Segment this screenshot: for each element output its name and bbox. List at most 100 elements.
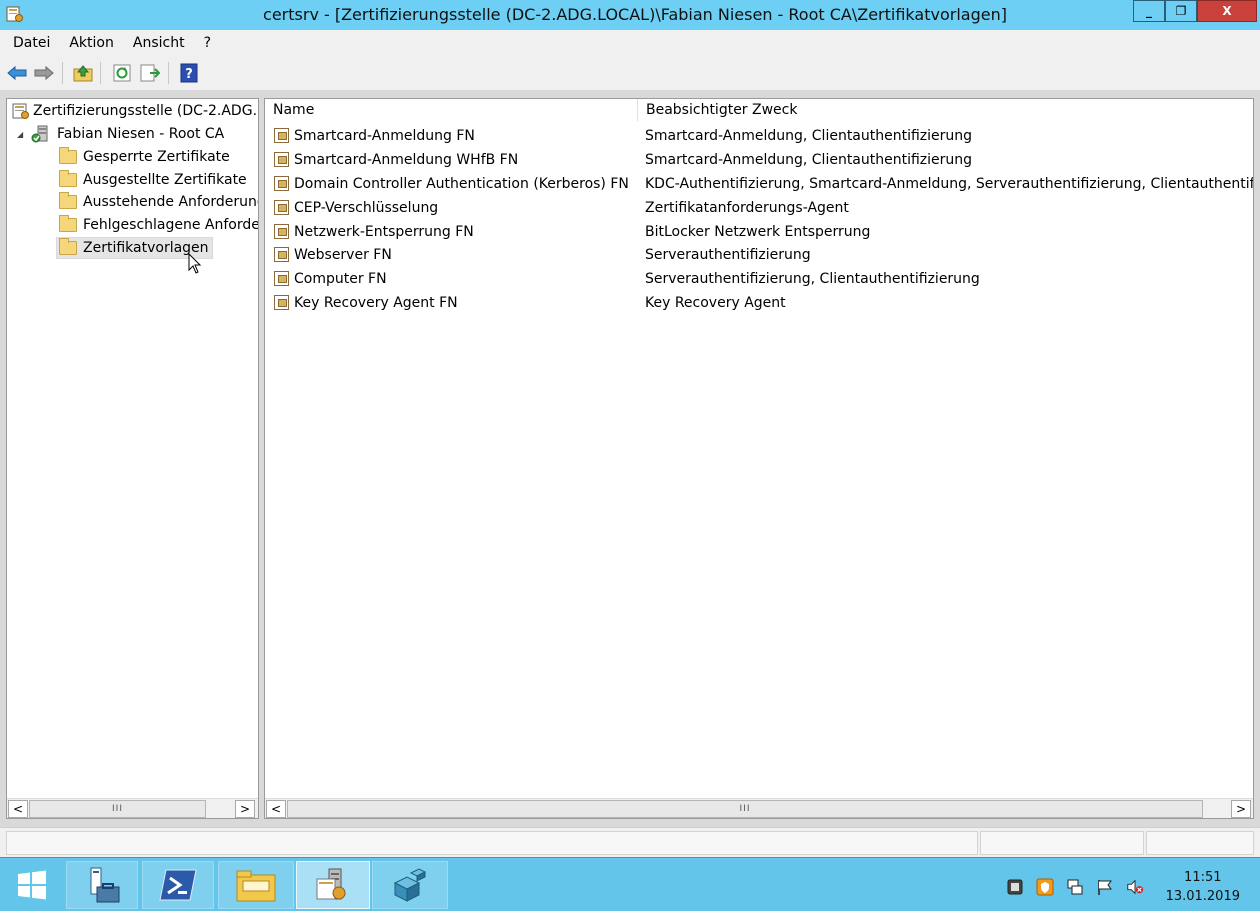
clock-date: 13.01.2019 [1165,889,1240,904]
close-button[interactable]: X [1197,0,1257,22]
tree-item-ausstehende-anforderungen[interactable]: Ausstehende Anforderungen [59,191,258,213]
minimize-button[interactable]: _ [1133,0,1165,22]
restore-button[interactable]: ❐ [1165,0,1197,22]
tree-horizontal-scrollbar[interactable]: < III > [7,798,258,818]
template-purpose: Smartcard-Anmeldung, Clientauthentifizie… [645,152,973,168]
start-button[interactable] [2,861,62,909]
network-icon [1067,879,1083,895]
speaker-muted-icon [1127,879,1144,895]
tray-tablet[interactable] [1006,878,1024,896]
column-header-name[interactable]: Name [265,99,637,121]
folder-icon [59,238,77,255]
taskbar-file-explorer[interactable] [218,861,294,909]
toolbar-separator [100,62,101,84]
up-folder-button[interactable] [72,62,94,84]
tree-root[interactable]: Zertifizierungsstelle (DC-2.ADG.LOCAL) [12,100,258,122]
ca-server-icon [31,125,48,143]
menu-aktion[interactable]: Aktion [63,35,120,51]
tree-item-gesperrte-zertifikate[interactable]: Gesperrte Zertifikate [59,146,230,168]
back-button[interactable] [6,62,28,84]
registry-icon [393,868,427,902]
tree-item-label: Gesperrte Zertifikate [83,149,230,165]
tree-item-fehlgeschlagene-anforderungen[interactable]: Fehlgeschlagene Anforderungen [59,214,258,236]
refresh-button[interactable] [111,62,133,84]
menu-help[interactable]: ? [198,35,217,51]
forward-button[interactable] [33,62,55,84]
template-name: Netzwerk-Entsperrung FN [294,224,474,240]
start-icon [18,870,46,900]
svg-text:?: ? [185,67,193,82]
mouse-cursor-icon [188,253,202,274]
list-item[interactable]: Netzwerk-Entsperrung FN BitLocker Netzwe… [265,221,1253,244]
status-field-2 [980,831,1144,855]
certificate-template-icon [274,176,289,191]
tray-network[interactable] [1066,878,1084,896]
flag-icon [1098,880,1112,895]
certificate-template-icon [274,200,289,215]
scroll-right-button[interactable]: > [235,800,255,818]
certification-authority-snapin-icon [12,103,29,119]
template-name: Smartcard-Anmeldung WHfB FN [294,152,519,168]
taskbar-registry-editor[interactable] [372,861,448,909]
template-purpose: KDC-Authentifizierung, Smartcard-Anmeldu… [645,176,1254,192]
taskbar-server-manager[interactable] [66,861,138,909]
menu-ansicht[interactable]: Ansicht [127,35,191,51]
list-horizontal-scrollbar[interactable]: < III > [265,798,1253,818]
tree-item-ausgestellte-zertifikate[interactable]: Ausgestellte Zertifikate [59,169,247,191]
menu-bar: Datei Aktion Ansicht ? [0,30,1260,55]
template-name: Domain Controller Authentication (Kerber… [294,176,629,192]
status-field-main [6,831,978,855]
export-list-button[interactable] [139,62,161,84]
toolbar-separator [168,62,169,84]
taskbar-powershell[interactable] [142,861,214,909]
expand-arrow-icon[interactable]: ◢ [17,130,31,139]
list-item[interactable]: Domain Controller Authentication (Kerber… [265,173,1254,196]
tree-item-label: Fehlgeschlagene Anforderungen [83,217,258,233]
column-header-purpose[interactable]: Beabsichtigter Zweck [638,99,1253,121]
tablet-icon [1007,879,1023,895]
template-name: Computer FN [294,271,387,287]
tree-item-ca[interactable]: ◢ Fabian Niesen - Root CA [17,123,224,145]
template-name: Key Recovery Agent FN [294,295,458,311]
menu-datei[interactable]: Datei [7,35,56,51]
scroll-left-button[interactable]: < [8,800,28,818]
scroll-thumb[interactable]: III [287,800,1203,818]
tray-volume[interactable] [1126,878,1144,896]
taskbar-certsrv[interactable] [296,861,370,909]
list-item[interactable]: Smartcard-Anmeldung FN Smartcard-Anmeldu… [265,125,1253,148]
powershell-icon [159,869,197,901]
tray-action-center[interactable] [1096,878,1114,896]
close-icon: X [1222,4,1232,18]
certificate-template-icon [274,295,289,310]
toolbar: ? [0,55,1260,91]
list-item[interactable]: Computer FN Serverauthentifizierung, Cli… [265,268,1253,291]
template-name: CEP-Verschlüsselung [294,200,439,216]
list-item[interactable]: CEP-Verschlüsselung Zertifikatanforderun… [265,197,1253,220]
console-tree[interactable]: Zertifizierungsstelle (DC-2.ADG.LOCAL) ◢… [6,98,259,819]
help-button[interactable]: ? [178,62,200,84]
window-title: certsrv - [Zertifizierungsstelle (DC-2.A… [263,5,1007,24]
taskbar-clock[interactable]: 11:51 13.01.2019 [1166,868,1240,906]
scroll-left-button[interactable]: < [266,800,286,818]
certificate-template-icon [274,152,289,167]
list-item[interactable]: Webserver FN Serverauthentifizierung [265,244,1253,267]
tray-security[interactable] [1036,878,1054,896]
template-list[interactable]: Name Beabsichtigter Zweck Smartcard-Anme… [264,98,1254,819]
template-purpose: Smartcard-Anmeldung, Clientauthentifizie… [645,128,973,144]
scroll-thumb[interactable]: III [29,800,206,818]
template-purpose: BitLocker Netzwerk Entsperrung [645,224,871,240]
list-item[interactable]: Smartcard-Anmeldung WHfB FN Smartcard-An… [265,149,1253,172]
folder-icon [59,215,77,232]
certificate-template-icon [274,271,289,286]
template-name: Smartcard-Anmeldung FN [294,128,475,144]
minimize-icon: _ [1146,4,1152,18]
clock-time: 11:51 [1184,870,1222,885]
list-item[interactable]: Key Recovery Agent FN Key Recovery Agent [265,292,1253,315]
forward-arrow-icon [34,65,54,81]
file-explorer-icon [236,870,276,902]
scroll-right-button[interactable]: > [1231,800,1251,818]
up-folder-icon [73,65,93,82]
export-list-icon [140,64,160,82]
certsrv-icon [316,868,346,900]
main-area: Zertifizierungsstelle (DC-2.ADG.LOCAL) ◢… [0,91,1260,827]
